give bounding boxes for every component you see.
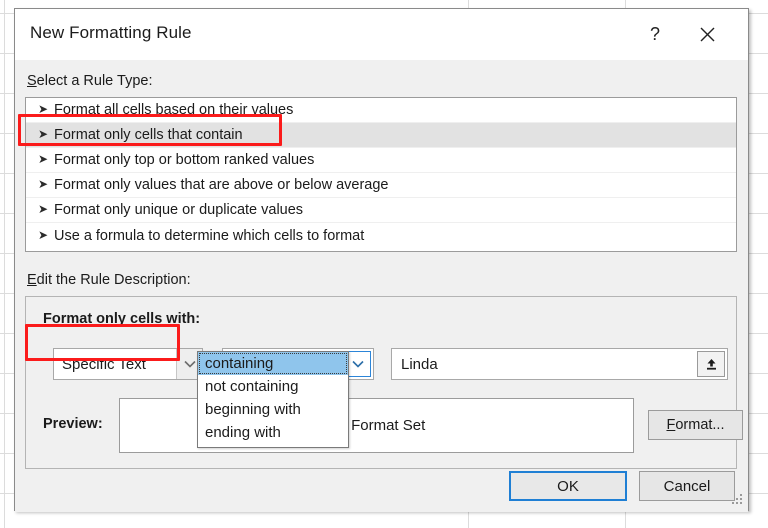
- rule-type-combo[interactable]: Specific Text: [53, 348, 203, 380]
- edit-rule-description-rest: dit the Rule Description:: [36, 272, 191, 288]
- dialog-title: New Formatting Rule: [30, 23, 192, 42]
- edit-rule-description-label: Edit the Rule Description:: [27, 272, 191, 288]
- rule-type-item-0[interactable]: ➤ Format all cells based on their values: [26, 98, 736, 123]
- rule-type-combo-value: Specific Text: [62, 355, 146, 373]
- bullet-arrow-icon: ➤: [38, 227, 49, 242]
- ok-button[interactable]: OK: [509, 471, 627, 501]
- bullet-arrow-icon: ➤: [38, 102, 49, 116]
- select-rule-type-accel: S: [27, 73, 37, 89]
- rule-type-item-1[interactable]: ➤ Format only cells that contain: [26, 123, 736, 148]
- select-rule-type-rest: elect a Rule Type:: [36, 73, 153, 89]
- format-button-rest: ormat...: [675, 417, 725, 433]
- bullet-arrow-icon: ➤: [38, 202, 49, 216]
- format-only-label-accel: o: [51, 311, 61, 327]
- value-input-text: Linda: [401, 355, 438, 373]
- format-only-label-pre: F: [43, 311, 52, 327]
- rule-type-item-3[interactable]: ➤ Format only values that are above or b…: [26, 173, 736, 198]
- dropdown-option-0[interactable]: containing: [198, 352, 348, 375]
- rule-type-item-label: Format only values that are above or bel…: [54, 177, 389, 193]
- dropdown-option-1[interactable]: not containing: [198, 375, 348, 398]
- rule-type-listbox[interactable]: ➤ Format all cells based on their values…: [25, 97, 737, 252]
- rule-type-item-label: Use a formula to determine which cells t…: [54, 227, 365, 244]
- dialog-footer: OK Cancel: [15, 461, 748, 512]
- dropdown-option-2[interactable]: beginning with: [198, 398, 348, 421]
- rule-type-item-label: Format only cells that contain: [54, 127, 243, 143]
- dropdown-option-3[interactable]: ending with: [198, 421, 348, 444]
- rule-type-item-label: Format only unique or duplicate values: [54, 202, 304, 218]
- resize-grip-icon[interactable]: [730, 494, 743, 507]
- rule-description-group: Format only cells with: Specific Text co…: [25, 296, 743, 469]
- select-rule-type-label: Select a Rule Type:: [27, 73, 152, 89]
- screen: New Formatting Rule ? Select a Rule Type…: [0, 0, 768, 528]
- help-icon[interactable]: ?: [638, 19, 672, 49]
- format-button[interactable]: Format...: [648, 410, 743, 440]
- rule-type-item-4[interactable]: ➤ Format only unique or duplicate values: [26, 198, 736, 223]
- range-selector-icon[interactable]: [697, 351, 725, 377]
- bullet-arrow-icon: ➤: [38, 127, 49, 141]
- dialog-body: Select a Rule Type: ➤ Format all cells b…: [15, 60, 748, 512]
- edit-rule-description-accel: E: [27, 272, 37, 288]
- value-input[interactable]: Linda: [391, 348, 728, 380]
- cancel-button[interactable]: Cancel: [639, 471, 735, 501]
- format-button-accel: F: [666, 417, 676, 433]
- operator-dropdown-list[interactable]: containing not containing beginning with…: [197, 351, 349, 448]
- rule-type-item-2[interactable]: ➤ Format only top or bottom ranked value…: [26, 148, 736, 173]
- dialog-titlebar: New Formatting Rule ?: [15, 9, 748, 60]
- format-only-label-rest: rmat only cells with:: [60, 311, 201, 327]
- rule-type-item-label: Format all cells based on their values: [54, 102, 294, 118]
- preview-label: Preview:: [43, 416, 103, 432]
- bullet-arrow-icon: ➤: [38, 152, 49, 166]
- bullet-arrow-icon: ➤: [38, 177, 49, 191]
- rule-type-item-5[interactable]: ➤ Use a formula to determine which cells…: [26, 223, 736, 248]
- new-formatting-rule-dialog: New Formatting Rule ? Select a Rule Type…: [14, 8, 749, 512]
- format-only-cells-with-label: Format only cells with:: [43, 311, 200, 327]
- rule-type-item-label: Format only top or bottom ranked values: [54, 152, 315, 168]
- close-icon[interactable]: [690, 19, 724, 49]
